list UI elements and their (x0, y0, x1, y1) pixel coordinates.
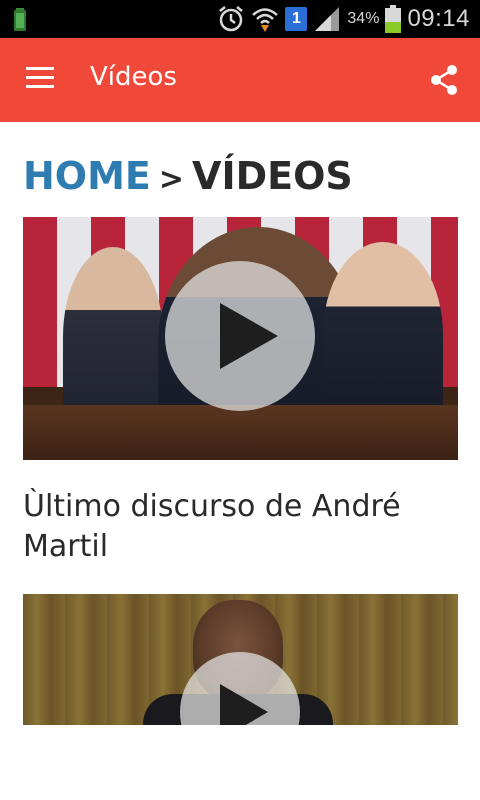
breadcrumb: HOME > VÍDEOS (23, 154, 353, 198)
play-icon (220, 684, 268, 725)
signal-icon (315, 7, 340, 31)
video-title[interactable]: Ùltimo discurso de André Martil (23, 487, 458, 567)
battery-percent: 34% (347, 10, 380, 27)
battery-saver-icon (14, 8, 26, 31)
battery-icon (385, 5, 402, 33)
status-icons: 1 34% 09:14 (217, 0, 470, 38)
play-icon (220, 303, 278, 369)
app-title: Vídeos (90, 62, 177, 92)
video-card[interactable] (23, 594, 458, 725)
video-card[interactable]: Ùltimo discurso de André Martil (23, 217, 458, 567)
wifi-icon (252, 8, 279, 32)
status-bar: 1 34% 09:14 (0, 0, 480, 38)
notification-badge-icon: 1 (285, 7, 308, 31)
podium (23, 405, 458, 460)
breadcrumb-current: VÍDEOS (192, 154, 353, 198)
hamburger-menu-icon[interactable] (26, 67, 56, 93)
figure-left (63, 247, 163, 427)
play-button[interactable] (165, 261, 315, 411)
video-thumbnail[interactable] (23, 594, 458, 725)
breadcrumb-separator: > (158, 162, 185, 197)
share-icon[interactable] (428, 64, 460, 96)
status-time: 09:14 (407, 5, 470, 32)
figure-right (323, 242, 443, 427)
app-bar: Vídeos (0, 38, 480, 122)
alarm-icon (219, 6, 244, 32)
breadcrumb-home-link[interactable]: HOME (23, 154, 151, 198)
video-thumbnail[interactable] (23, 217, 458, 460)
